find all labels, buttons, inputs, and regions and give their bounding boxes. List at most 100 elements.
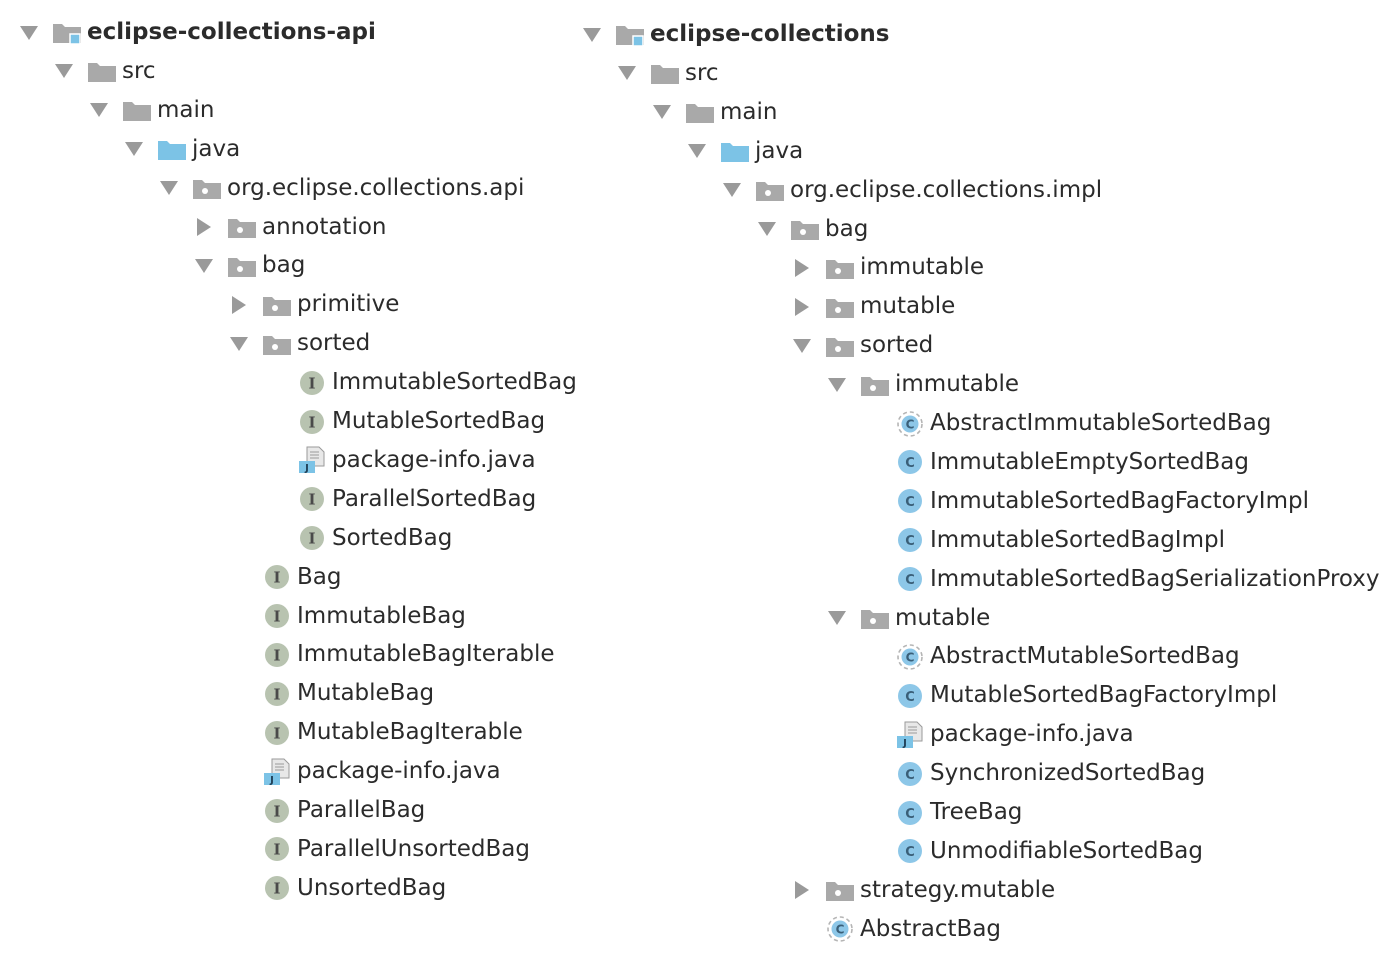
expand-arrow-down-icon[interactable] [158, 177, 180, 199]
tree-node[interactable]: bag [756, 210, 868, 249]
tree-node[interactable]: I ImmutableBag [228, 597, 466, 636]
tree-node[interactable]: Jpackage-info.java [228, 752, 501, 791]
tree-node[interactable]: I SortedBag [263, 519, 452, 558]
expand-arrow-down-icon[interactable] [721, 179, 743, 201]
tree-node[interactable]: C ImmutableSortedBagFactoryImpl [861, 482, 1309, 521]
tree-node[interactable]: annotation [193, 208, 387, 247]
module-folder-icon [615, 22, 645, 48]
tree-node[interactable]: I ImmutableBagIterable [228, 635, 555, 674]
tree-node[interactable]: Jpackage-info.java [263, 441, 536, 480]
interface-icon: I [262, 798, 292, 824]
package-icon [192, 175, 222, 201]
tree-node[interactable]: mutable [826, 599, 990, 638]
svg-text:C: C [905, 495, 915, 510]
expand-arrow-down-icon[interactable] [791, 335, 813, 357]
tree-node-label: package-info.java [332, 446, 536, 473]
tree-node[interactable]: src [53, 52, 156, 91]
tree-node[interactable]: I ImmutableSortedBag [263, 363, 577, 402]
expand-arrow-down-icon[interactable] [88, 99, 110, 121]
tree-node[interactable]: I UnsortedBag [228, 869, 446, 908]
tree-node[interactable]: src [616, 54, 719, 93]
tree-node-label: MutableSortedBag [332, 408, 546, 434]
tree-node[interactable]: java [123, 130, 240, 169]
tree-node-label: ImmutableBag [297, 602, 466, 629]
expand-arrow-down-icon[interactable] [53, 60, 75, 82]
svg-text:C: C [905, 768, 915, 783]
expand-arrow-down-icon[interactable] [651, 101, 673, 123]
tree-node-label: immutable [860, 254, 985, 281]
tree-node-label: mutable [895, 604, 991, 631]
tree-node-label: SortedBag [332, 524, 453, 551]
expand-arrow-down-icon[interactable] [756, 218, 778, 240]
tree-node-label: SynchronizedSortedBag [930, 760, 1206, 787]
tree-node-label: strategy.mutable [860, 876, 1056, 903]
collapse-arrow-right-icon[interactable] [791, 879, 813, 901]
expand-arrow-down-icon[interactable] [193, 255, 215, 277]
package-icon [825, 333, 855, 359]
svg-text:I: I [308, 530, 315, 548]
tree-node[interactable]: C ImmutableEmptySortedBag [861, 443, 1249, 482]
collapse-arrow-right-icon[interactable] [791, 296, 813, 318]
package-icon [227, 214, 257, 240]
interface-icon: I [262, 564, 292, 590]
tree-node[interactable]: I ParallelBag [228, 791, 425, 830]
tree-node[interactable]: bag [193, 246, 305, 285]
expand-arrow-down-icon[interactable] [826, 607, 848, 629]
tree-node[interactable]: immutable [826, 365, 1019, 404]
collapse-arrow-right-icon[interactable] [228, 294, 250, 316]
tree-node[interactable]: eclipse-collections [581, 15, 889, 54]
tree-node[interactable]: main [651, 93, 777, 132]
tree-node[interactable]: primitive [228, 285, 399, 324]
package-icon [262, 292, 292, 318]
tree-node[interactable]: C ImmutableSortedBagImpl [861, 521, 1225, 560]
svg-text:C: C [836, 923, 845, 937]
expand-arrow-down-icon[interactable] [686, 140, 708, 162]
tree-node[interactable]: I Bag [228, 558, 341, 597]
expand-arrow-down-icon[interactable] [228, 333, 250, 355]
tree-node[interactable]: C AbstractMutableSortedBag [861, 637, 1240, 676]
tree-node[interactable]: I ParallelSortedBag [263, 480, 536, 519]
tree-node[interactable]: C ImmutableSortedBagSerializationProxy [861, 560, 1380, 599]
tree-node-label: org.eclipse.collections.impl [790, 176, 1103, 203]
tree-node[interactable]: sorted [228, 324, 370, 363]
expand-arrow-down-icon[interactable] [123, 138, 145, 160]
tree-node[interactable]: I MutableBagIterable [228, 713, 523, 752]
tree-node[interactable]: eclipse-collections-api [18, 13, 376, 52]
tree-node[interactable]: C TreeBag [861, 793, 1022, 832]
tree-node[interactable]: C AbstractBag [791, 910, 1001, 949]
tree-node[interactable]: immutable [791, 248, 984, 287]
tree-node[interactable]: org.eclipse.collections.impl [721, 171, 1102, 210]
class-icon: C [895, 488, 925, 514]
svg-text:C: C [906, 417, 915, 431]
expand-arrow-down-icon[interactable] [616, 62, 638, 84]
collapse-arrow-right-icon[interactable] [791, 257, 813, 279]
package-icon [860, 605, 890, 631]
expand-arrow-down-icon[interactable] [826, 374, 848, 396]
tree-node[interactable]: I MutableSortedBag [263, 402, 545, 441]
svg-text:C: C [905, 807, 915, 822]
svg-text:C: C [905, 845, 915, 860]
tree-node[interactable]: I ParallelUnsortedBag [228, 830, 530, 869]
tree-node-label: ImmutableSortedBagSerializationProxy [930, 565, 1380, 592]
expand-arrow-down-icon[interactable] [18, 22, 40, 44]
tree-node[interactable]: java [686, 132, 803, 171]
tree-node[interactable]: mutable [791, 287, 955, 326]
tree-node[interactable]: C MutableSortedBagFactoryImpl [861, 676, 1277, 715]
tree-node[interactable]: C SynchronizedSortedBag [861, 754, 1205, 793]
collapse-arrow-right-icon[interactable] [193, 216, 215, 238]
tree-node[interactable]: C UnmodifiableSortedBag [861, 832, 1203, 871]
tree-node-label: mutable [860, 293, 956, 320]
tree-node-label: annotation [262, 213, 387, 240]
expand-arrow-down-icon[interactable] [581, 24, 603, 46]
svg-text:I: I [273, 608, 280, 626]
tree-node-label: ImmutableBagIterable [297, 641, 555, 668]
tree-node[interactable]: main [88, 91, 214, 130]
tree-node[interactable]: strategy.mutable [791, 871, 1055, 910]
tree-node[interactable]: org.eclipse.collections.api [158, 169, 524, 208]
svg-text:J: J [304, 463, 309, 474]
tree-node[interactable]: C AbstractImmutableSortedBag [861, 404, 1271, 443]
tree-node-label: main [157, 96, 215, 123]
tree-node[interactable]: sorted [791, 326, 933, 365]
tree-node[interactable]: Jpackage-info.java [861, 715, 1134, 754]
tree-node[interactable]: I MutableBag [228, 674, 434, 713]
